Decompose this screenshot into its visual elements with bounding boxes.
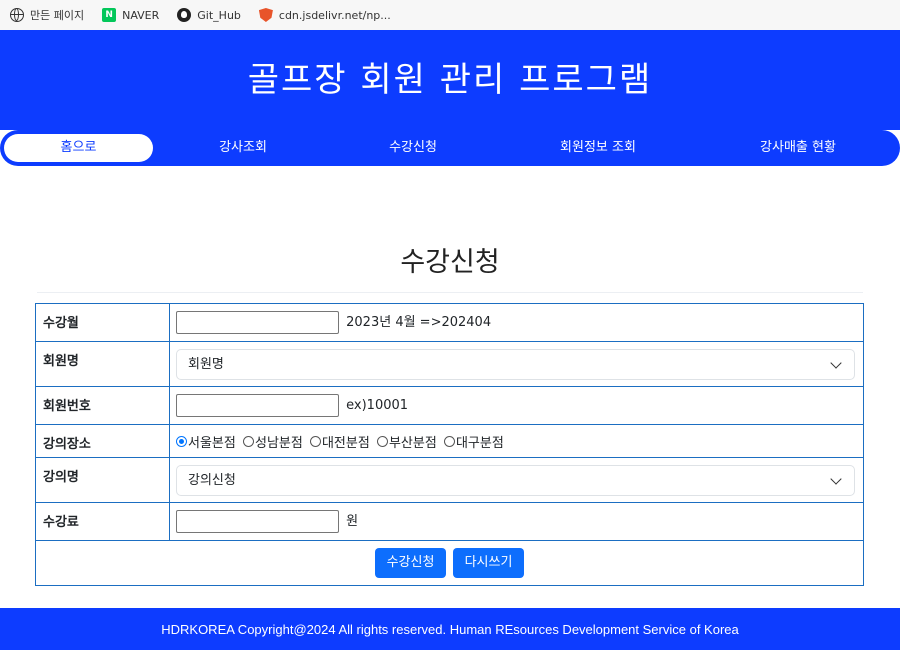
- location-option-daejeon[interactable]: 대전분점: [309, 432, 370, 451]
- radio-label: 대구분점: [455, 435, 504, 451]
- member-name-select[interactable]: 회원명: [176, 348, 855, 380]
- class-name-label: 강의명: [35, 457, 170, 503]
- bookmark-naver[interactable]: N NAVER: [102, 8, 159, 22]
- form-actions: 수강신청 다시쓰기: [35, 540, 864, 586]
- member-no-label: 회원번호: [35, 386, 170, 425]
- location-option-seongnam[interactable]: 성남분점: [242, 432, 303, 451]
- month-input[interactable]: [176, 311, 339, 334]
- location-label: 강의장소: [35, 424, 170, 458]
- chevron-down-icon: [830, 472, 842, 485]
- member-no-hint: ex)10001: [346, 398, 409, 413]
- month-hint: 2023년 4월 =>202404: [346, 315, 492, 330]
- reset-button[interactable]: 다시쓰기: [452, 548, 525, 578]
- bookmark-github[interactable]: Git_Hub: [177, 8, 241, 22]
- enrollment-form: 수강월 2023년 4월 =>202404 회원명 회원명 회원번호 ex)10…: [35, 303, 864, 586]
- bookmark-jsdelivr[interactable]: cdn.jsdelivr.net/np...: [258, 8, 391, 22]
- site-title: 골프장 회원 관리 프로그램: [247, 60, 653, 100]
- page-title: 수강신청: [400, 247, 500, 278]
- site-footer: HDRKOREA Copyright@2024 All rights reser…: [0, 608, 900, 650]
- radio-icon: [443, 435, 455, 447]
- main-nav: 홈으로 강사조회 수강신청 회원정보 조회 강사매출 현황: [0, 130, 900, 166]
- class-name-selected: 강의신청: [188, 472, 236, 488]
- bookmark-label: cdn.jsdelivr.net/np...: [278, 8, 391, 22]
- fee-input[interactable]: [176, 510, 339, 533]
- radio-label: 서울본점: [188, 435, 236, 451]
- radio-icon: [376, 435, 388, 447]
- nav-home[interactable]: 홈으로: [4, 134, 153, 162]
- month-label: 수강월: [35, 303, 170, 342]
- member-name-selected: 회원명: [188, 356, 224, 372]
- bookmark-label: 만든 페이지: [30, 9, 85, 22]
- location-option-seoul[interactable]: 서울본점: [176, 432, 236, 451]
- nav-sales[interactable]: 강사매출 현황: [713, 134, 883, 162]
- chevron-down-icon: [830, 356, 842, 369]
- nav-instructors[interactable]: 강사조회: [171, 134, 315, 162]
- nav-member-info[interactable]: 회원정보 조회: [513, 134, 683, 162]
- radio-icon: [309, 435, 321, 447]
- radio-icon: [242, 435, 254, 447]
- radio-label: 성남분점: [254, 435, 303, 451]
- github-icon: [177, 8, 192, 22]
- shield-icon: [258, 8, 273, 22]
- radio-label: 부산분점: [388, 435, 437, 451]
- bookmark-label: Git_Hub: [197, 8, 241, 22]
- fee-unit: 원: [346, 514, 359, 529]
- member-name-label: 회원명: [35, 341, 170, 387]
- bookmarks-bar: 만든 페이지 N NAVER Git_Hub cdn.jsdelivr.net/…: [0, 0, 900, 31]
- site-header: 골프장 회원 관리 프로그램: [0, 30, 900, 130]
- radio-checked-icon: [176, 435, 187, 447]
- member-no-input[interactable]: [176, 394, 339, 417]
- location-option-busan[interactable]: 부산분점: [376, 432, 437, 451]
- naver-icon: N: [102, 8, 117, 22]
- radio-label: 대전분점: [321, 435, 370, 451]
- globe-icon: [10, 8, 24, 22]
- footer-text: HDRKOREA Copyright@2024 All rights reser…: [161, 622, 739, 637]
- submit-button[interactable]: 수강신청: [374, 548, 447, 578]
- bookmark-label: NAVER: [122, 8, 160, 22]
- bookmark-made-page[interactable]: 만든 페이지: [10, 7, 84, 23]
- title-divider: [37, 292, 863, 293]
- location-option-daegu[interactable]: 대구분점: [443, 432, 504, 451]
- nav-enroll[interactable]: 수강신청: [341, 134, 485, 162]
- class-name-select[interactable]: 강의신청: [176, 464, 855, 496]
- location-radio-group: 서울본점 성남분점 대전분점 부산분점 대구분점: [169, 424, 864, 458]
- fee-label: 수강료: [35, 502, 170, 541]
